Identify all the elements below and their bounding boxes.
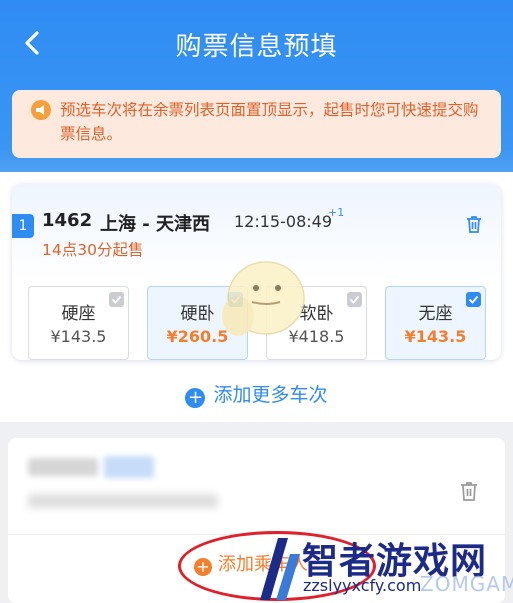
train-route: 上海 - 天津西 [100, 214, 211, 235]
top-bar: 购票信息预填 [0, 0, 513, 88]
add-train-label: 添加更多车次 [213, 384, 328, 406]
day-offset: +1 [328, 206, 345, 219]
megaphone-icon [31, 100, 51, 120]
page-title: 购票信息预填 [175, 32, 338, 62]
delete-passenger-icon[interactable] [459, 480, 479, 502]
watermark-url: zzslyyxcfy.com [303, 576, 422, 595]
train-number: 1462 [42, 210, 93, 231]
watermark-game: ZOMGAME [420, 572, 513, 596]
checkbox-icon[interactable] [347, 292, 362, 307]
checkbox-checked-icon[interactable] [466, 292, 481, 307]
train-time: 12:15-08:49 [234, 212, 332, 231]
blurred-passenger-id [28, 494, 218, 508]
seat-option-hard-seat[interactable]: 硬座 ¥143.5 [28, 286, 129, 360]
checkbox-icon[interactable] [109, 292, 124, 307]
seat-price: ¥143.5 [50, 327, 107, 346]
seat-option-no-seat[interactable]: 无座 ¥143.5 [385, 286, 486, 360]
plus-icon: + [185, 388, 206, 408]
sale-time: 14点30分起售 [42, 241, 144, 259]
blurred-passenger-type [104, 456, 154, 478]
notice-text: 预选车次将在余票列表页面置顶显示，起售时您可快速提交购票信息。 [60, 101, 479, 143]
train-index-tag: 1 [12, 214, 34, 238]
notice-banner: 预选车次将在余票列表页面置顶显示，起售时您可快速提交购票信息。 [12, 90, 501, 158]
delete-train-icon[interactable] [465, 214, 483, 234]
watermark-mascot [222, 261, 305, 336]
seat-price: ¥143.5 [404, 327, 467, 346]
blurred-passenger-name [28, 458, 98, 476]
add-train-button[interactable]: + 添加更多车次 [0, 380, 513, 408]
